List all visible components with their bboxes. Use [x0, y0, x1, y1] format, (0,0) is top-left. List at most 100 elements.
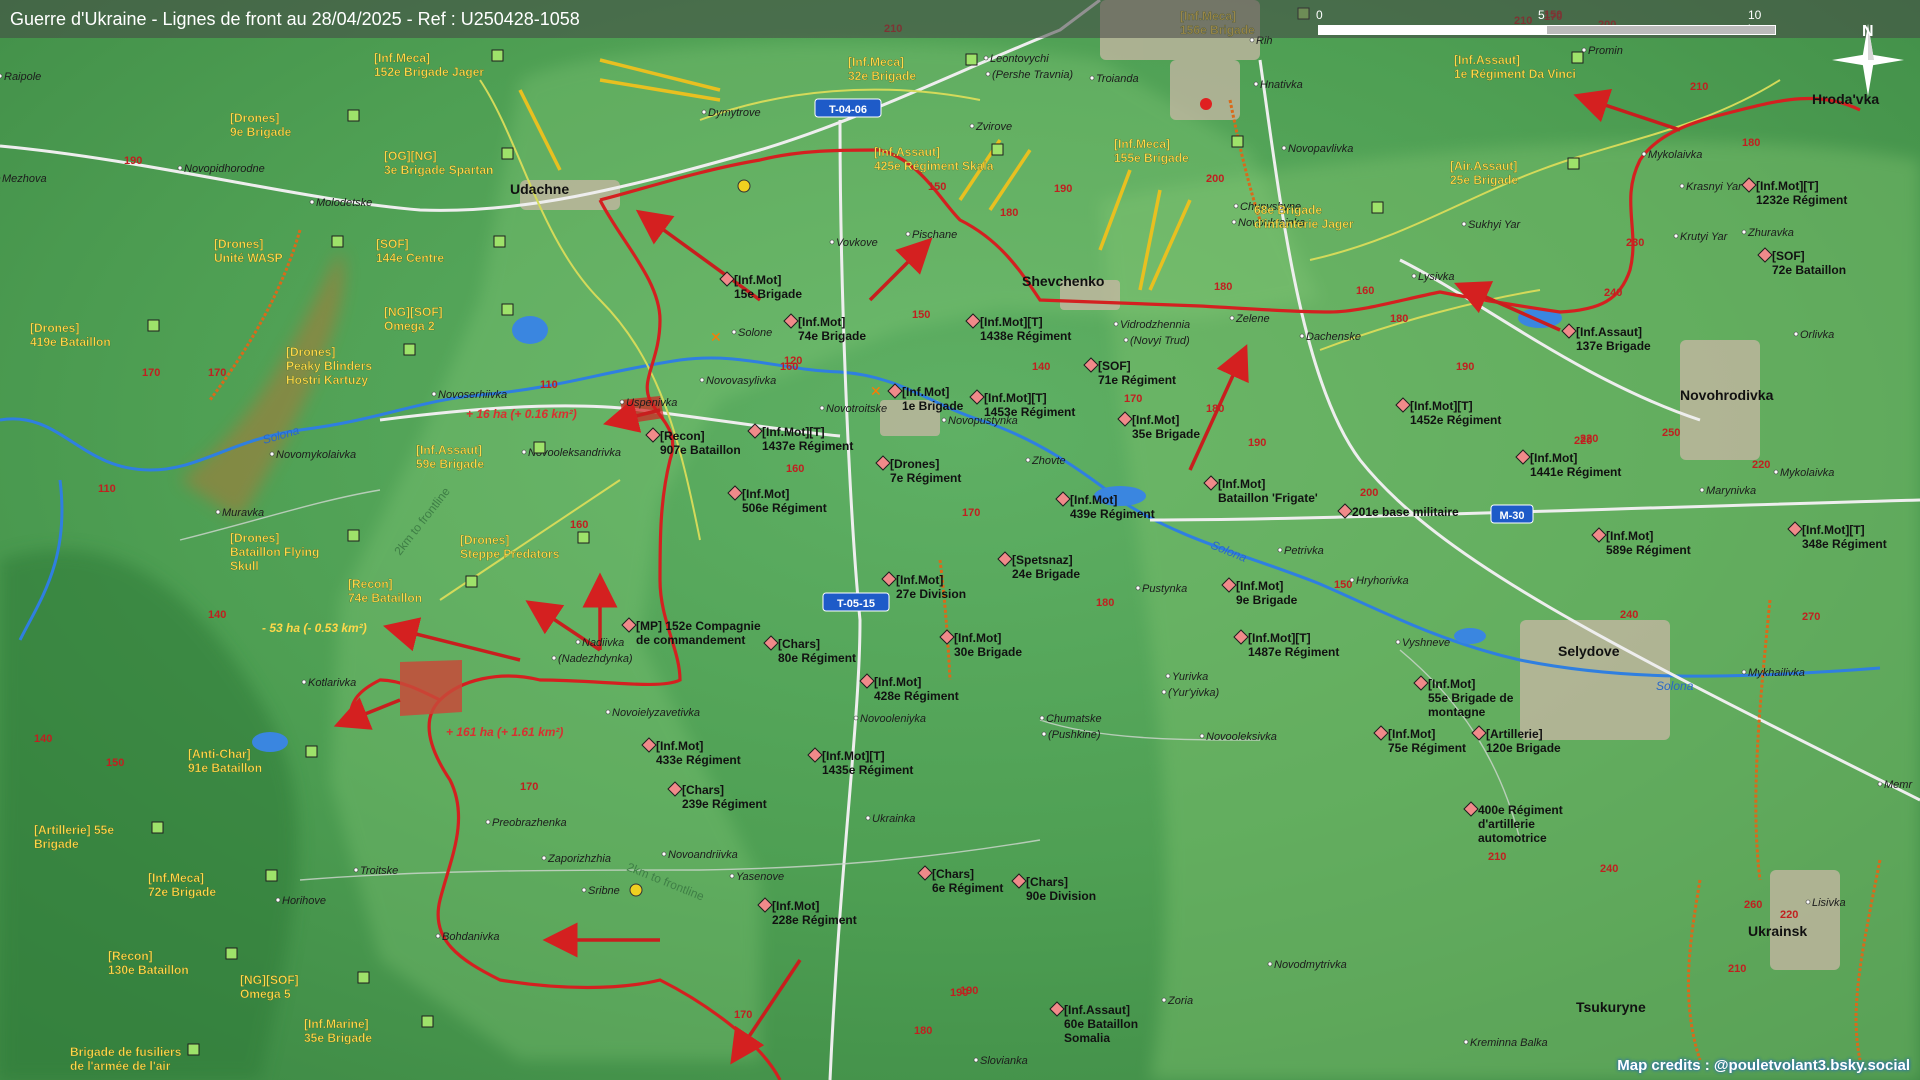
unit-label: [Drones]: [890, 457, 939, 471]
unit-label: [Inf.Mot][T]: [984, 391, 1047, 405]
place-label: Lysivka: [1418, 271, 1454, 283]
map-canvas[interactable]: 190 170 110 140 140 150 170 160 160 150 150 180 190 1…: [0, 0, 1920, 1080]
unit-square-icon: [465, 575, 478, 588]
unit-label: [Inf.Mot][T]: [1248, 631, 1311, 645]
place-label: Orlivka: [1800, 329, 1834, 341]
elevation-label: 220: [1780, 909, 1798, 921]
unit-label: Bataillon Flying: [230, 545, 319, 559]
place-label: Yasenove: [736, 871, 784, 883]
place-label: Bohdanivka: [442, 931, 500, 943]
settlement-dot: [985, 71, 991, 77]
unit-label: 74e Brigade: [798, 329, 866, 343]
unit-label: 7e Régiment: [890, 471, 961, 485]
settlement-dot: [1025, 457, 1031, 463]
unit-square-icon: [1567, 157, 1580, 170]
unit-label: 24e Brigade: [1012, 567, 1080, 581]
unit-label: [Inf.Mot][T]: [762, 425, 825, 439]
unit-label: de l'armée de l'air: [70, 1059, 171, 1073]
settlement-dot: [177, 165, 183, 171]
unit-square-icon: [1571, 51, 1584, 64]
elevation-label: 210: [1488, 851, 1506, 863]
settlement-dot: [1773, 469, 1779, 475]
settlement-dot: [1113, 321, 1119, 327]
unit-label: Peaky Blinders: [286, 359, 372, 373]
place-label: Selydove: [1558, 643, 1620, 659]
unit-label: 71e Régiment: [1098, 373, 1176, 387]
elevation-label: 170: [734, 1009, 752, 1021]
unit-label: Brigade de fusiliers: [70, 1045, 182, 1059]
place-label: Raipole: [4, 71, 41, 83]
unit-label: [Recon]: [348, 577, 393, 591]
unit-label: Bataillon 'Frigate': [1218, 491, 1318, 505]
scale-bar-graphic: [1318, 25, 1776, 35]
settlement-dot: [1199, 733, 1205, 739]
russian-unit[interactable]: [Inf.Assaut]137e Brigade: [1561, 323, 1651, 353]
unit-square-icon: [347, 109, 360, 122]
elevation-label: 150: [1334, 579, 1352, 591]
place-label: Zaporizhzhia: [547, 853, 611, 865]
unit-square-icon: [991, 143, 1004, 156]
settlement-dot: [1679, 183, 1685, 189]
elevation-label: 250: [1662, 427, 1680, 439]
settlement-dot: [699, 377, 705, 383]
unit-label: 400e Régiment: [1478, 803, 1563, 817]
unit-square-icon: [501, 303, 514, 316]
unit-label: 419e Bataillon: [30, 335, 111, 349]
unit-label: 35e Brigade: [1132, 427, 1200, 441]
unit-label: 1441e Régiment: [1530, 465, 1621, 479]
place-label: Dymytrove: [708, 107, 761, 119]
settlement-dot: [301, 679, 307, 685]
settlement-dot: [1249, 37, 1255, 43]
unit-label: 1453e Régiment: [984, 405, 1075, 419]
settlement-dot: [1673, 233, 1679, 239]
unit-label: 348e Régiment: [1802, 537, 1887, 551]
unit-label: [Inf.Mot]: [1132, 413, 1179, 427]
place-label: Novopidhorodne: [184, 163, 265, 175]
settlement-dot: [1123, 337, 1129, 343]
unit-label: [Inf.Mot]: [874, 675, 921, 689]
unit-label: [Spetsnaz]: [1012, 553, 1073, 567]
unit-label: [Chars]: [778, 637, 820, 651]
unit-square-icon: [147, 319, 160, 332]
place-label: Mykolaivka: [1780, 467, 1834, 479]
unit-label: 35e Brigade: [304, 1031, 372, 1045]
map-view[interactable]: 190 170 110 140 140 150 170 160 160 150 150 180 190 1…: [0, 0, 1920, 1080]
settlement-dot: [0, 73, 3, 79]
unit-label: [Inf.Meca]: [1114, 137, 1170, 151]
unit-label: 1452e Régiment: [1410, 413, 1501, 427]
unit-label: [Inf.Mot]: [1218, 477, 1265, 491]
settlement-dot: [485, 819, 491, 825]
elevation-label: 190: [124, 155, 142, 167]
elevation-label: 210: [1728, 963, 1746, 975]
marker-yellow-dot: [629, 883, 643, 897]
settlement-dot: [435, 933, 441, 939]
unit-label: [Inf.Mot]: [798, 315, 845, 329]
settlement-dot: [829, 239, 835, 245]
place-label: Petrivka: [1284, 545, 1324, 557]
explosion-icon: ✕: [710, 329, 722, 345]
unit-label: 6e Régiment: [932, 881, 1003, 895]
unit-label: 1e Régiment Da Vinci: [1454, 67, 1576, 81]
settlement-dot: [581, 887, 587, 893]
territory-change-label: - 53 ha (- 0.53 km²): [262, 621, 367, 635]
place-label: Sribne: [588, 885, 620, 897]
place-label: Kreminna Balka: [1470, 1037, 1548, 1049]
settlement-dot: [353, 867, 359, 873]
place-label: Novodmytrivka: [1274, 959, 1347, 971]
russian-unit[interactable]: 201e base militaire: [1337, 503, 1459, 519]
place-label: Novopavlivka: [1288, 143, 1353, 155]
unit-square-icon: [493, 235, 506, 248]
unit-square-icon: [357, 971, 370, 984]
settlement-dot: [1299, 333, 1305, 339]
unit-square-icon: [305, 745, 318, 758]
russian-unit[interactable]: [MP] 152e Compagniede commandement: [621, 617, 761, 647]
place-label: Novomykolaivka: [276, 449, 356, 461]
settlement-dot: [1461, 221, 1467, 227]
settlement-dot: [819, 405, 825, 411]
place-label: (Novyi Trud): [1130, 335, 1190, 347]
settlement-dot: [1277, 547, 1283, 553]
unit-label: 120e Brigade: [1486, 741, 1561, 755]
compass-rose-icon: N: [1828, 20, 1908, 100]
place-label: Novohrodivka: [1680, 387, 1774, 403]
unit-square-icon: [501, 147, 514, 160]
